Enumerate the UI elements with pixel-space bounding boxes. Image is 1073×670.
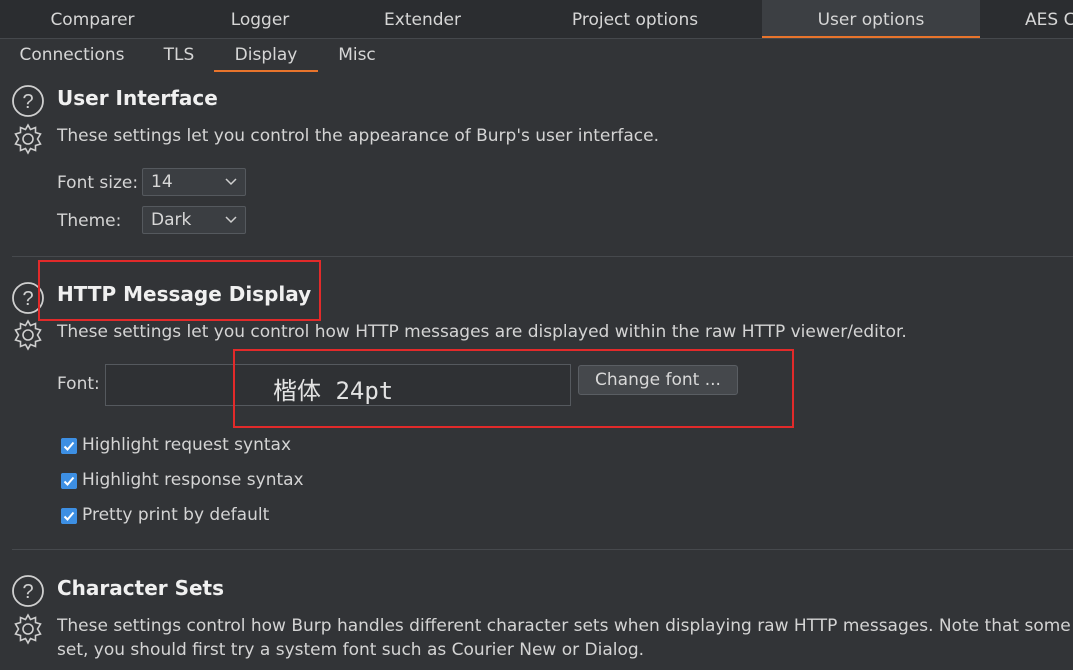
- sub-tab-bar: Connections TLS Display Misc: [0, 39, 1073, 72]
- font-size-select[interactable]: 14: [142, 168, 246, 196]
- section-description-user-interface: These settings let you control the appea…: [57, 126, 659, 146]
- tab-misc[interactable]: Misc: [328, 39, 386, 70]
- font-size-label: Font size:: [57, 173, 139, 193]
- section-divider: [12, 256, 1073, 257]
- tab-display[interactable]: Display: [214, 39, 318, 72]
- help-icon[interactable]: ?: [11, 574, 45, 608]
- checkbox-label: Highlight request syntax: [82, 435, 292, 455]
- theme-label: Theme:: [57, 211, 122, 231]
- tab-comparer[interactable]: Comparer: [20, 0, 165, 38]
- font-label: Font:: [57, 374, 100, 394]
- checkbox-checked-icon[interactable]: [61, 473, 77, 489]
- tab-logger[interactable]: Logger: [190, 0, 330, 38]
- annotation-box-font: [233, 349, 794, 428]
- checkbox-checked-icon[interactable]: [61, 438, 77, 454]
- svg-text:?: ?: [22, 581, 33, 603]
- tab-connections[interactable]: Connections: [10, 39, 134, 70]
- svg-text:?: ?: [22, 288, 33, 310]
- checkbox-label: Pretty print by default: [82, 505, 270, 525]
- section-description-http-message-display: These settings let you control how HTTP …: [57, 322, 907, 342]
- theme-select[interactable]: Dark: [142, 206, 246, 234]
- tab-extender[interactable]: Extender: [350, 0, 495, 38]
- annotation-box-title: [38, 260, 321, 321]
- chevron-down-icon: [225, 178, 237, 186]
- section-divider: [12, 549, 1073, 550]
- tab-tls[interactable]: TLS: [148, 39, 210, 70]
- tab-user-options[interactable]: User options: [762, 0, 980, 38]
- top-tab-bar: Comparer Logger Extender Project options…: [0, 0, 1073, 39]
- gear-icon[interactable]: [11, 318, 45, 352]
- section-description-character-sets-line2: set, you should first try a system font …: [57, 640, 645, 660]
- font-size-value: 14: [151, 172, 173, 192]
- chevron-down-icon: [225, 216, 237, 224]
- section-title-user-interface: User Interface: [57, 86, 218, 110]
- section-description-character-sets: These settings control how Burp handles …: [57, 616, 1071, 636]
- checkbox-checked-icon[interactable]: [61, 508, 77, 524]
- gear-icon[interactable]: [11, 612, 45, 646]
- theme-value: Dark: [151, 210, 192, 230]
- gear-icon[interactable]: [11, 122, 45, 156]
- tab-project-options[interactable]: Project options: [530, 0, 740, 38]
- svg-text:?: ?: [22, 91, 33, 113]
- checkbox-label: Highlight response syntax: [82, 470, 304, 490]
- tab-aes[interactable]: AES C: [1025, 0, 1073, 38]
- section-title-character-sets: Character Sets: [57, 576, 225, 600]
- help-icon[interactable]: ?: [11, 84, 45, 118]
